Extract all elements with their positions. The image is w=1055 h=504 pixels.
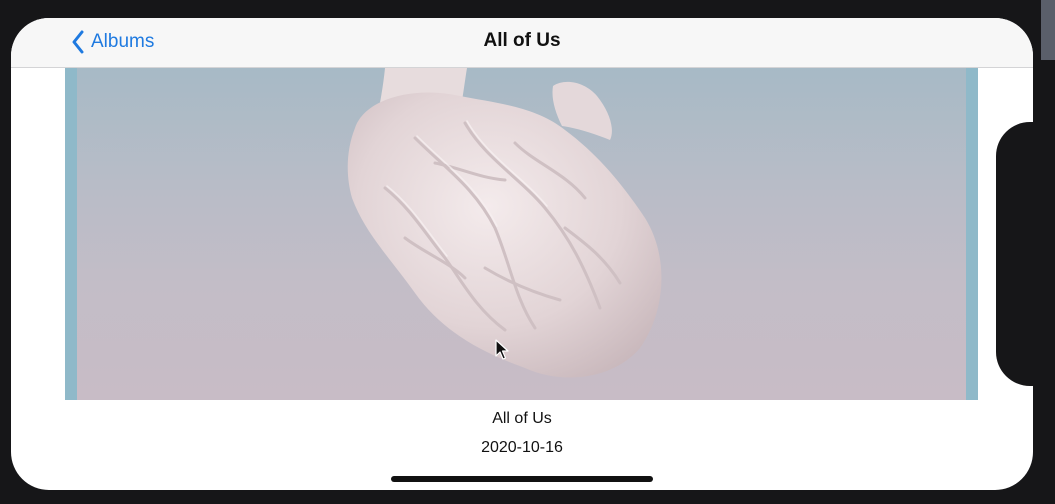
heart-illustration (347, 68, 662, 378)
device-notch (996, 122, 1055, 386)
home-indicator[interactable] (391, 476, 653, 482)
device-frame: Albums All of Us All of Us 2020-10-16 (0, 0, 1055, 504)
photo-caption-title: All of Us (492, 410, 552, 427)
page-title: All of Us (483, 30, 561, 51)
navigation-bar: Albums All of Us (11, 18, 1033, 68)
mouse-pointer-icon (495, 339, 509, 366)
photo-caption-date: 2020-10-16 (481, 439, 563, 456)
album-photo[interactable] (65, 68, 978, 400)
phone-screen: Albums All of Us All of Us 2020-10-16 (11, 18, 1033, 490)
desktop-edge (1041, 0, 1055, 60)
